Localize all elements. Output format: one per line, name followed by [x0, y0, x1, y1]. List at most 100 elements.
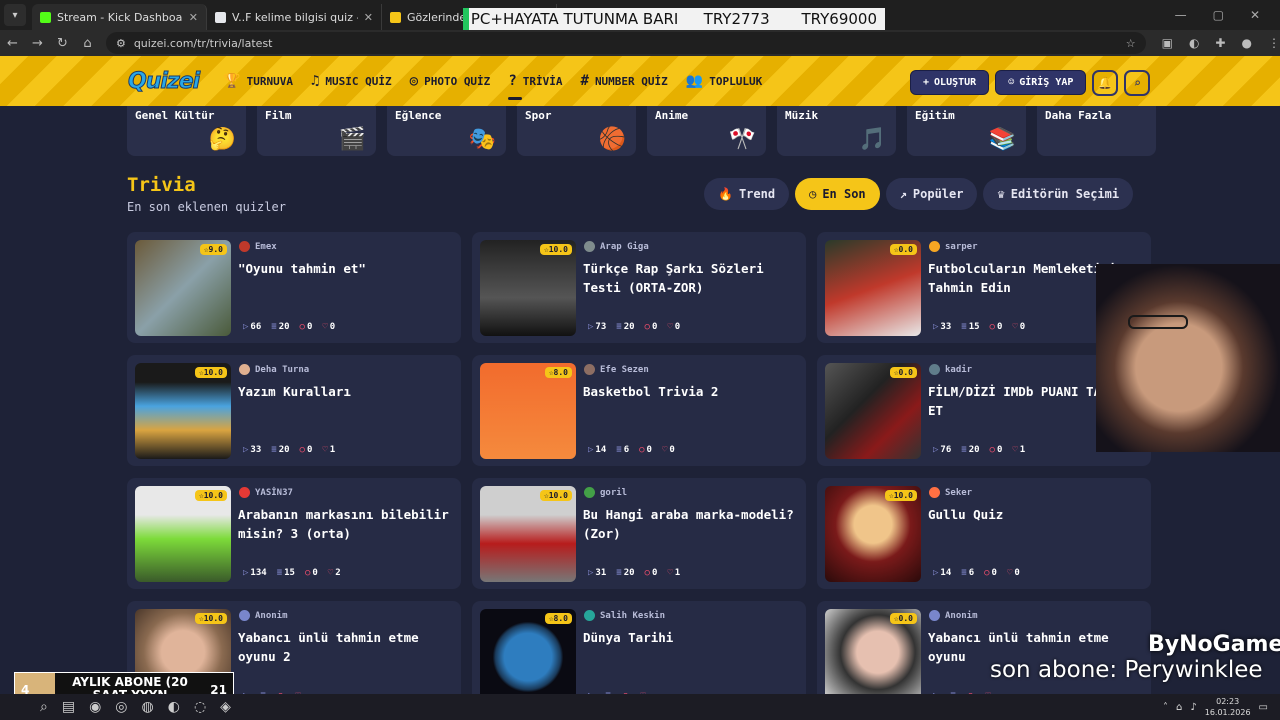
obs-icon[interactable]: ◌	[194, 699, 206, 715]
quiz-thumbnail[interactable]: ☆0.0	[825, 240, 921, 336]
steam-icon[interactable]: ◈	[220, 699, 231, 715]
filter-button[interactable]: ♛ Editörün Seçimi	[983, 178, 1134, 210]
bookmark-star-icon[interactable]: ☆	[1126, 37, 1136, 50]
filter-button[interactable]: ◷ En Son	[795, 178, 880, 210]
back-icon[interactable]: ←	[0, 36, 25, 51]
profile-icon[interactable]: ●	[1241, 36, 1251, 50]
category-card[interactable]: Genel Kültür 🤔	[127, 106, 246, 156]
quiz-author[interactable]: sarper	[929, 241, 978, 252]
category-card[interactable]: Müzik 🎵	[777, 106, 896, 156]
quiz-thumbnail[interactable]: ☆0.0	[825, 363, 921, 459]
menu-dots-icon[interactable]: ⋮	[1268, 36, 1280, 50]
nav-item-3[interactable]: ? TRİVİA	[508, 56, 563, 106]
category-card[interactable]: Anime 🎌	[647, 106, 766, 156]
quiz-author[interactable]: Anonim	[239, 610, 288, 621]
quiz-card[interactable]: ☆9.0 Emex "Oyunu tahmin et" ▷ 66 ≡ 20 ○ 0 ♡…	[127, 232, 461, 343]
quiz-thumbnail[interactable]: ☆0.0	[825, 609, 921, 705]
app-icon[interactable]: ◎	[115, 699, 127, 715]
forward-icon[interactable]: →	[25, 36, 50, 51]
category-card[interactable]: Spor 🏀	[517, 106, 636, 156]
quiz-title[interactable]: Türkçe Rap Şarkı Sözleri Testi (ORTA-ZOR…	[583, 259, 799, 297]
search-icon[interactable]: ⌕	[40, 699, 48, 715]
quiz-author[interactable]: Deha Turna	[239, 364, 309, 375]
quiz-thumbnail[interactable]: ☆8.0	[480, 363, 576, 459]
search-icon[interactable]: ⌕	[1124, 70, 1151, 96]
site-info-icon[interactable]: ⚙	[116, 37, 126, 50]
chevron-up-icon[interactable]: ˄	[1163, 702, 1168, 713]
notification-icon[interactable]: ▭	[1259, 702, 1268, 713]
tab-close-icon[interactable]: ✕	[189, 11, 198, 24]
quiz-card[interactable]: ☆8.0 Efe Sezen Basketbol Trivia 2 ▷ 14 ≡ 6…	[472, 355, 806, 466]
maximize-icon[interactable]: ▢	[1213, 8, 1224, 22]
quiz-title[interactable]: Basketbol Trivia 2	[583, 382, 799, 401]
site-logo[interactable]: Quizei	[127, 68, 200, 94]
nav-item-0[interactable]: 🏆 TURNUVA	[223, 56, 293, 106]
quiz-thumbnail[interactable]: ☆8.0	[480, 609, 576, 705]
avatar	[584, 610, 595, 621]
quiz-author[interactable]: Emex	[239, 241, 277, 252]
close-icon[interactable]: ✕	[1250, 8, 1260, 22]
quiz-thumbnail[interactable]: ☆10.0	[480, 486, 576, 582]
category-card[interactable]: Eğitim 📚	[907, 106, 1026, 156]
quiz-title[interactable]: Bu Hangi araba marka-modeli?(Zor)	[583, 505, 799, 543]
create-button[interactable]: + OLUŞTUR	[910, 70, 990, 95]
quiz-author[interactable]: Seker	[929, 487, 972, 498]
nav-item-4[interactable]: # NUMBER QUİZ	[581, 56, 668, 106]
filter-button[interactable]: 🔥 Trend	[704, 178, 790, 210]
quiz-thumbnail[interactable]: ☆10.0	[135, 363, 231, 459]
minimize-icon[interactable]: —	[1175, 8, 1187, 22]
network-icon[interactable]: ⌂	[1176, 702, 1182, 713]
quiz-title[interactable]: Yazım Kuralları	[238, 382, 454, 401]
quiz-author[interactable]: Efe Sezen	[584, 364, 649, 375]
category-card[interactable]: Film 🎬	[257, 106, 376, 156]
quiz-author[interactable]: Arap Giga	[584, 241, 649, 252]
quiz-thumbnail[interactable]: ☆9.0	[135, 240, 231, 336]
category-card[interactable]: Eğlence 🎭	[387, 106, 506, 156]
heart-icon: ♡	[322, 322, 328, 332]
quiz-title[interactable]: "Oyunu tahmin et"	[238, 259, 454, 278]
quiz-thumbnail[interactable]: ☆10.0	[825, 486, 921, 582]
category-card[interactable]: Daha Fazla	[1037, 106, 1156, 156]
puzzle-icon[interactable]: ✚	[1215, 36, 1225, 50]
quiz-card[interactable]: ☆10.0 Arap Giga Türkçe Rap Şarkı Sözleri…	[472, 232, 806, 343]
quiz-author[interactable]: YASİN37	[239, 487, 293, 498]
tab-list-button[interactable]: ▾	[4, 4, 26, 26]
firefox-icon[interactable]: ◐	[168, 699, 180, 715]
likes-stat: ♡ 0	[322, 322, 335, 332]
quiz-author[interactable]: kadir	[929, 364, 972, 375]
quiz-card[interactable]: ☆10.0 goril Bu Hangi araba marka-modeli?…	[472, 478, 806, 589]
chrome-icon[interactable]: ◍	[142, 699, 154, 715]
quiz-title[interactable]: Yabancı ünlü tahmin etme oyunu 2	[238, 628, 454, 666]
app-icon[interactable]: ◉	[89, 699, 101, 715]
quiz-title[interactable]: Arabanın markasını bilebilir misin? 3 (o…	[238, 505, 454, 543]
nav-item-1[interactable]: ♫ MUSIC QUİZ	[311, 56, 392, 106]
clock[interactable]: 02:23 16.01.2026	[1205, 696, 1251, 718]
reload-icon[interactable]: ↻	[50, 36, 75, 51]
quiz-card[interactable]: ☆10.0 Seker Gullu Quiz ▷ 14 ≡ 6 ○ 0 ♡ 0	[817, 478, 1151, 589]
quiz-title[interactable]: Dünya Tarihi	[583, 628, 799, 647]
url-text[interactable]: quizei.com/tr/trivia/latest	[134, 37, 273, 50]
taskbar-apps: ⌕ ▤ ◉ ◎ ◍ ◐ ◌ ◈	[40, 699, 231, 715]
task-view-icon[interactable]: ▤	[62, 699, 75, 715]
url-field[interactable]: ⚙ quizei.com/tr/trivia/latest ☆	[105, 32, 1146, 54]
quiz-thumbnail[interactable]: ☆10.0	[480, 240, 576, 336]
quiz-title[interactable]: Gullu Quiz	[928, 505, 1144, 524]
filter-button[interactable]: ↗ Popüler	[885, 178, 978, 210]
quiz-author[interactable]: goril	[584, 487, 627, 498]
browser-tab[interactable]: Stream - Kick Dashboard ✕	[32, 4, 207, 30]
browser-tab[interactable]: V..F kelime bilgisi quiz - parolla ✕	[207, 4, 382, 30]
volume-icon[interactable]: ♪	[1190, 702, 1196, 713]
quiz-card[interactable]: ☆10.0 Deha Turna Yazım Kuralları ▷ 33 ≡ 20…	[127, 355, 461, 466]
quiz-card[interactable]: ☆10.0 YASİN37 Arabanın markasını bilebil…	[127, 478, 461, 589]
extension-icon[interactable]: ▣	[1162, 36, 1173, 50]
tab-close-icon[interactable]: ✕	[364, 11, 373, 24]
notification-bell-icon[interactable]: 🔔	[1092, 70, 1119, 96]
home-icon[interactable]: ⌂	[75, 36, 100, 51]
quiz-author[interactable]: Salih Keskin	[584, 610, 665, 621]
nav-item-5[interactable]: 👥 TOPLULUK	[686, 56, 762, 106]
quiz-thumbnail[interactable]: ☆10.0	[135, 486, 231, 582]
extension-icon[interactable]: ◐	[1189, 36, 1199, 50]
login-button[interactable]: ☺ GİRİŞ YAP	[995, 70, 1087, 95]
nav-item-2[interactable]: ◎ PHOTO QUİZ	[410, 56, 491, 106]
quiz-author[interactable]: Anonim	[929, 610, 978, 621]
